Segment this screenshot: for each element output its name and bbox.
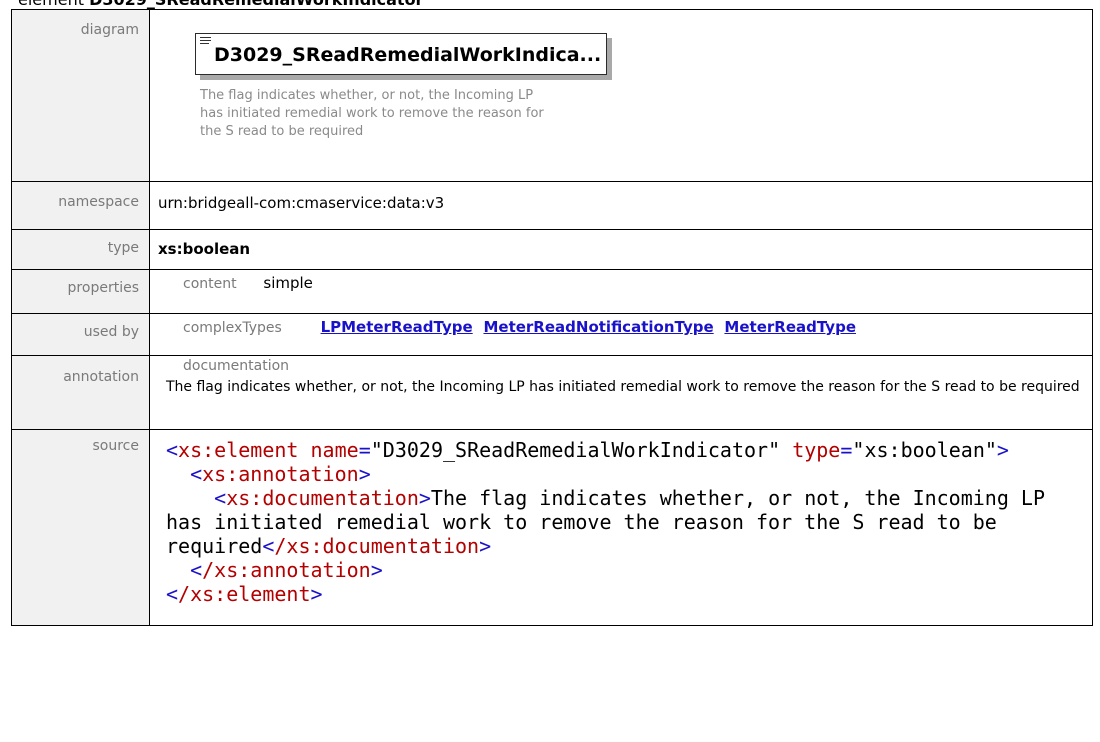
label-cell-diagram: diagram bbox=[11, 9, 150, 182]
properties-cell: content simple bbox=[149, 269, 1093, 314]
namespace-cell: urn:bridgeall-com:cmaservice:data:v3 bbox=[149, 181, 1093, 230]
label-cell-used-by: used by bbox=[11, 313, 150, 356]
src-documentation-tag: xs:documentation bbox=[226, 486, 419, 510]
type-value: xs:boolean bbox=[158, 240, 251, 258]
src-close-documentation: /xs:documentation bbox=[274, 534, 480, 558]
element-box-name: D3029_SReadRemedialWorkIndica... bbox=[214, 44, 602, 66]
annotation-key: documentation bbox=[183, 358, 290, 374]
used-by-key: complexTypes bbox=[183, 320, 282, 336]
row-annotation: annotation documentation The flag indica… bbox=[11, 355, 1093, 430]
property-content: content simple bbox=[158, 270, 1092, 292]
label-cell-type: type bbox=[11, 229, 150, 270]
namespace-value: urn:bridgeall-com:cmaservice:data:v3 bbox=[158, 194, 445, 212]
used-by-links: LPMeterReadType MeterReadNotificationTyp… bbox=[321, 318, 862, 336]
src-annotation-tag: xs:annotation bbox=[202, 462, 359, 486]
property-value: simple bbox=[263, 274, 313, 292]
src-attr-name-value: "D3029_SReadRemedialWorkIndicator" bbox=[370, 438, 781, 462]
used-by-entry: complexTypes LPMeterReadType MeterReadNo… bbox=[158, 314, 1092, 336]
link-lpmeterreadtype[interactable]: LPMeterReadType bbox=[321, 318, 473, 336]
page-title-name: D3029_SReadRemedialWorkIndicator bbox=[89, 0, 423, 9]
label-diagram: diagram bbox=[80, 22, 139, 38]
label-type: type bbox=[107, 240, 139, 256]
property-key: content bbox=[183, 276, 237, 292]
element-doc-table: diagram D3029_SReadRemedialWorkIndica...… bbox=[11, 9, 1093, 626]
src-attr-name: name bbox=[310, 438, 359, 462]
label-cell-namespace: namespace bbox=[11, 181, 150, 230]
page-title: element D3029_SReadRemedialWorkIndicator bbox=[18, 0, 423, 9]
documentation-lines-icon bbox=[200, 37, 211, 46]
link-meterreadtype[interactable]: MeterReadType bbox=[724, 318, 856, 336]
annotation-cell: documentation The flag indicates whether… bbox=[149, 355, 1093, 430]
source-code: <xs:element name="D3029_SReadRemedialWor… bbox=[166, 438, 1058, 606]
diagram: D3029_SReadRemedialWorkIndica... The fla… bbox=[158, 10, 1092, 181]
src-attr-type: type bbox=[792, 438, 841, 462]
src-attr-type-value: "xs:boolean" bbox=[852, 438, 997, 462]
label-properties: properties bbox=[67, 280, 139, 296]
label-cell-properties: properties bbox=[11, 269, 150, 314]
annotation-text: The flag indicates whether, or not, the … bbox=[166, 379, 1080, 395]
row-properties: properties content simple bbox=[11, 269, 1093, 314]
row-diagram: diagram D3029_SReadRemedialWorkIndica...… bbox=[11, 9, 1093, 182]
row-namespace: namespace urn:bridgeall-com:cmaservice:d… bbox=[11, 181, 1093, 230]
source-cell: <xs:element name="D3029_SReadRemedialWor… bbox=[149, 429, 1093, 626]
label-cell-source: source bbox=[11, 429, 150, 626]
diagram-documentation: The flag indicates whether, or not, the … bbox=[200, 88, 544, 139]
label-used-by: used by bbox=[83, 324, 139, 340]
src-open-tag: xs:element bbox=[178, 438, 299, 462]
src-close-annotation: /xs:annotation bbox=[202, 558, 371, 582]
row-used-by: used by complexTypes LPMeterReadType Met… bbox=[11, 313, 1093, 356]
page-title-prefix: element bbox=[18, 0, 84, 9]
label-cell-annotation: annotation bbox=[11, 355, 150, 430]
src-close-element: /xs:element bbox=[178, 582, 311, 606]
used-by-cell: complexTypes LPMeterReadType MeterReadNo… bbox=[149, 313, 1093, 356]
label-annotation: annotation bbox=[63, 369, 139, 385]
type-cell: xs:boolean bbox=[149, 229, 1093, 270]
link-meterreadnotificationtype[interactable]: MeterReadNotificationType bbox=[483, 318, 713, 336]
element-box[interactable]: D3029_SReadRemedialWorkIndica... bbox=[195, 33, 607, 75]
label-source: source bbox=[92, 438, 140, 454]
diagram-cell: D3029_SReadRemedialWorkIndica... The fla… bbox=[149, 9, 1093, 182]
row-source: source <xs:element name="D3029_SReadReme… bbox=[11, 429, 1093, 626]
row-type: type xs:boolean bbox=[11, 229, 1093, 270]
label-namespace: namespace bbox=[58, 194, 139, 210]
